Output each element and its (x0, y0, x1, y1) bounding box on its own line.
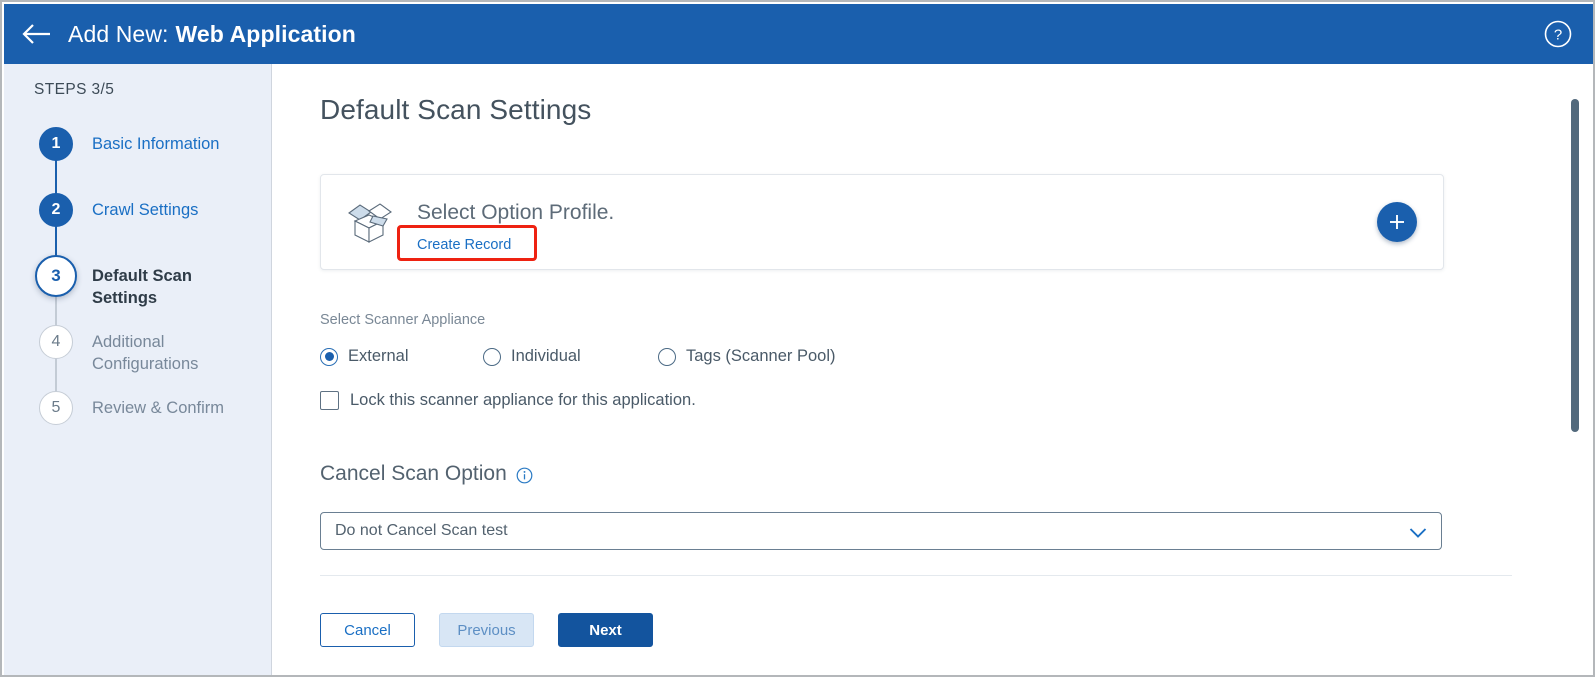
cancel-scan-option-select[interactable]: Do not Cancel Scan test (320, 512, 1442, 550)
page-title: Default Scan Settings (320, 94, 592, 125)
wizard-sidebar: STEPS 3/5 1 Basic Information 2 Crawl Se… (4, 64, 272, 675)
step-number-bubble: 1 (39, 127, 73, 161)
radio-option-external[interactable]: External (320, 347, 483, 366)
step-number-bubble: 4 (39, 325, 73, 359)
sidebar-step-default-scan-settings[interactable]: 3 Default Scan Settings (4, 255, 272, 359)
chevron-down-icon[interactable] (1409, 526, 1427, 538)
wizard-step-list: 1 Basic Information 2 Crawl Settings 3 D… (4, 127, 272, 457)
radio-label: External (348, 347, 409, 365)
option-profile-heading: Select Option Profile. (417, 201, 615, 224)
wizard-button-row: Cancel Previous Next (320, 613, 653, 647)
sidebar-step-label: Additional Configurations (92, 333, 199, 373)
help-circle-icon[interactable]: ? (1543, 19, 1573, 49)
previous-button[interactable]: Previous (439, 613, 534, 647)
info-circle-icon[interactable] (516, 466, 533, 483)
top-header-bar: Add New: Web Application ? (4, 4, 1593, 64)
svg-text:?: ? (1554, 27, 1562, 44)
main-scrollbar-track[interactable] (1571, 64, 1579, 675)
select-selected-value: Do not Cancel Scan test (335, 522, 508, 539)
sidebar-step-crawl-settings[interactable]: 2 Crawl Settings (4, 193, 272, 272)
step-marker: 2 (34, 193, 78, 272)
radio-label: Individual (511, 347, 581, 365)
back-arrow-icon[interactable] (20, 17, 54, 51)
main-content-area: Default Scan Settings Select Option Prof… (273, 64, 1593, 675)
main-scrollbar-thumb[interactable] (1571, 99, 1579, 432)
option-profile-card: Select Option Profile. Create Record (320, 174, 1444, 270)
step-marker: 4 (34, 325, 78, 407)
sidebar-step-label: Basic Information (92, 135, 220, 153)
checkbox-label: Lock this scanner appliance for this app… (350, 391, 696, 409)
radio-circle-icon (658, 347, 676, 366)
header-title-main: Web Application (175, 20, 356, 47)
plus-icon (1390, 215, 1404, 229)
step-marker: 3 (34, 255, 78, 359)
cancel-scan-option-text: Cancel Scan Option (320, 462, 507, 485)
scanner-appliance-label: Select Scanner Appliance (320, 312, 486, 328)
radio-option-individual[interactable]: Individual (483, 347, 658, 366)
cancel-scan-option-label: Cancel Scan Option (320, 462, 533, 486)
radio-dot (324, 352, 334, 361)
scanner-appliance-radio-group: External Individual Tags (Scanner Pool) (320, 347, 836, 366)
sidebar-step-label: Default Scan Settings (92, 267, 192, 307)
next-button[interactable]: Next (558, 613, 653, 647)
header-title-prefix: Add New: (68, 20, 169, 47)
step-number-bubble: 2 (39, 193, 73, 227)
step-marker: 5 (34, 391, 78, 425)
cancel-button[interactable]: Cancel (320, 613, 415, 647)
checkbox-square-icon (320, 391, 339, 410)
sidebar-step-review-confirm[interactable]: 5 Review & Confirm (4, 391, 272, 457)
radio-circle-icon (320, 347, 338, 366)
radio-circle-icon (483, 347, 501, 366)
step-number-bubble: 5 (39, 391, 73, 425)
add-option-profile-button[interactable] (1377, 202, 1417, 242)
radio-option-tags-scanner-pool[interactable]: Tags (Scanner Pool) (658, 347, 836, 366)
header-title: Add New: Web Application (68, 21, 356, 48)
steps-counter-label: STEPS 3/5 (34, 81, 115, 98)
step-number-bubble: 3 (35, 255, 77, 297)
radio-label: Tags (Scanner Pool) (686, 347, 836, 365)
section-divider (320, 575, 1512, 576)
sidebar-step-basic-information[interactable]: 1 Basic Information (4, 127, 272, 210)
open-box-icon (343, 197, 395, 249)
sidebar-step-label: Review & Confirm (92, 399, 225, 417)
create-record-link[interactable]: Create Record (417, 237, 511, 253)
sidebar-step-additional-configurations[interactable]: 4 Additional Configurations (4, 325, 272, 407)
step-marker: 1 (34, 127, 78, 210)
sidebar-step-label: Crawl Settings (92, 201, 199, 219)
application-window: Add New: Web Application ? STEPS 3/5 1 Ba… (0, 0, 1595, 677)
lock-scanner-appliance-checkbox[interactable]: Lock this scanner appliance for this app… (320, 391, 696, 410)
